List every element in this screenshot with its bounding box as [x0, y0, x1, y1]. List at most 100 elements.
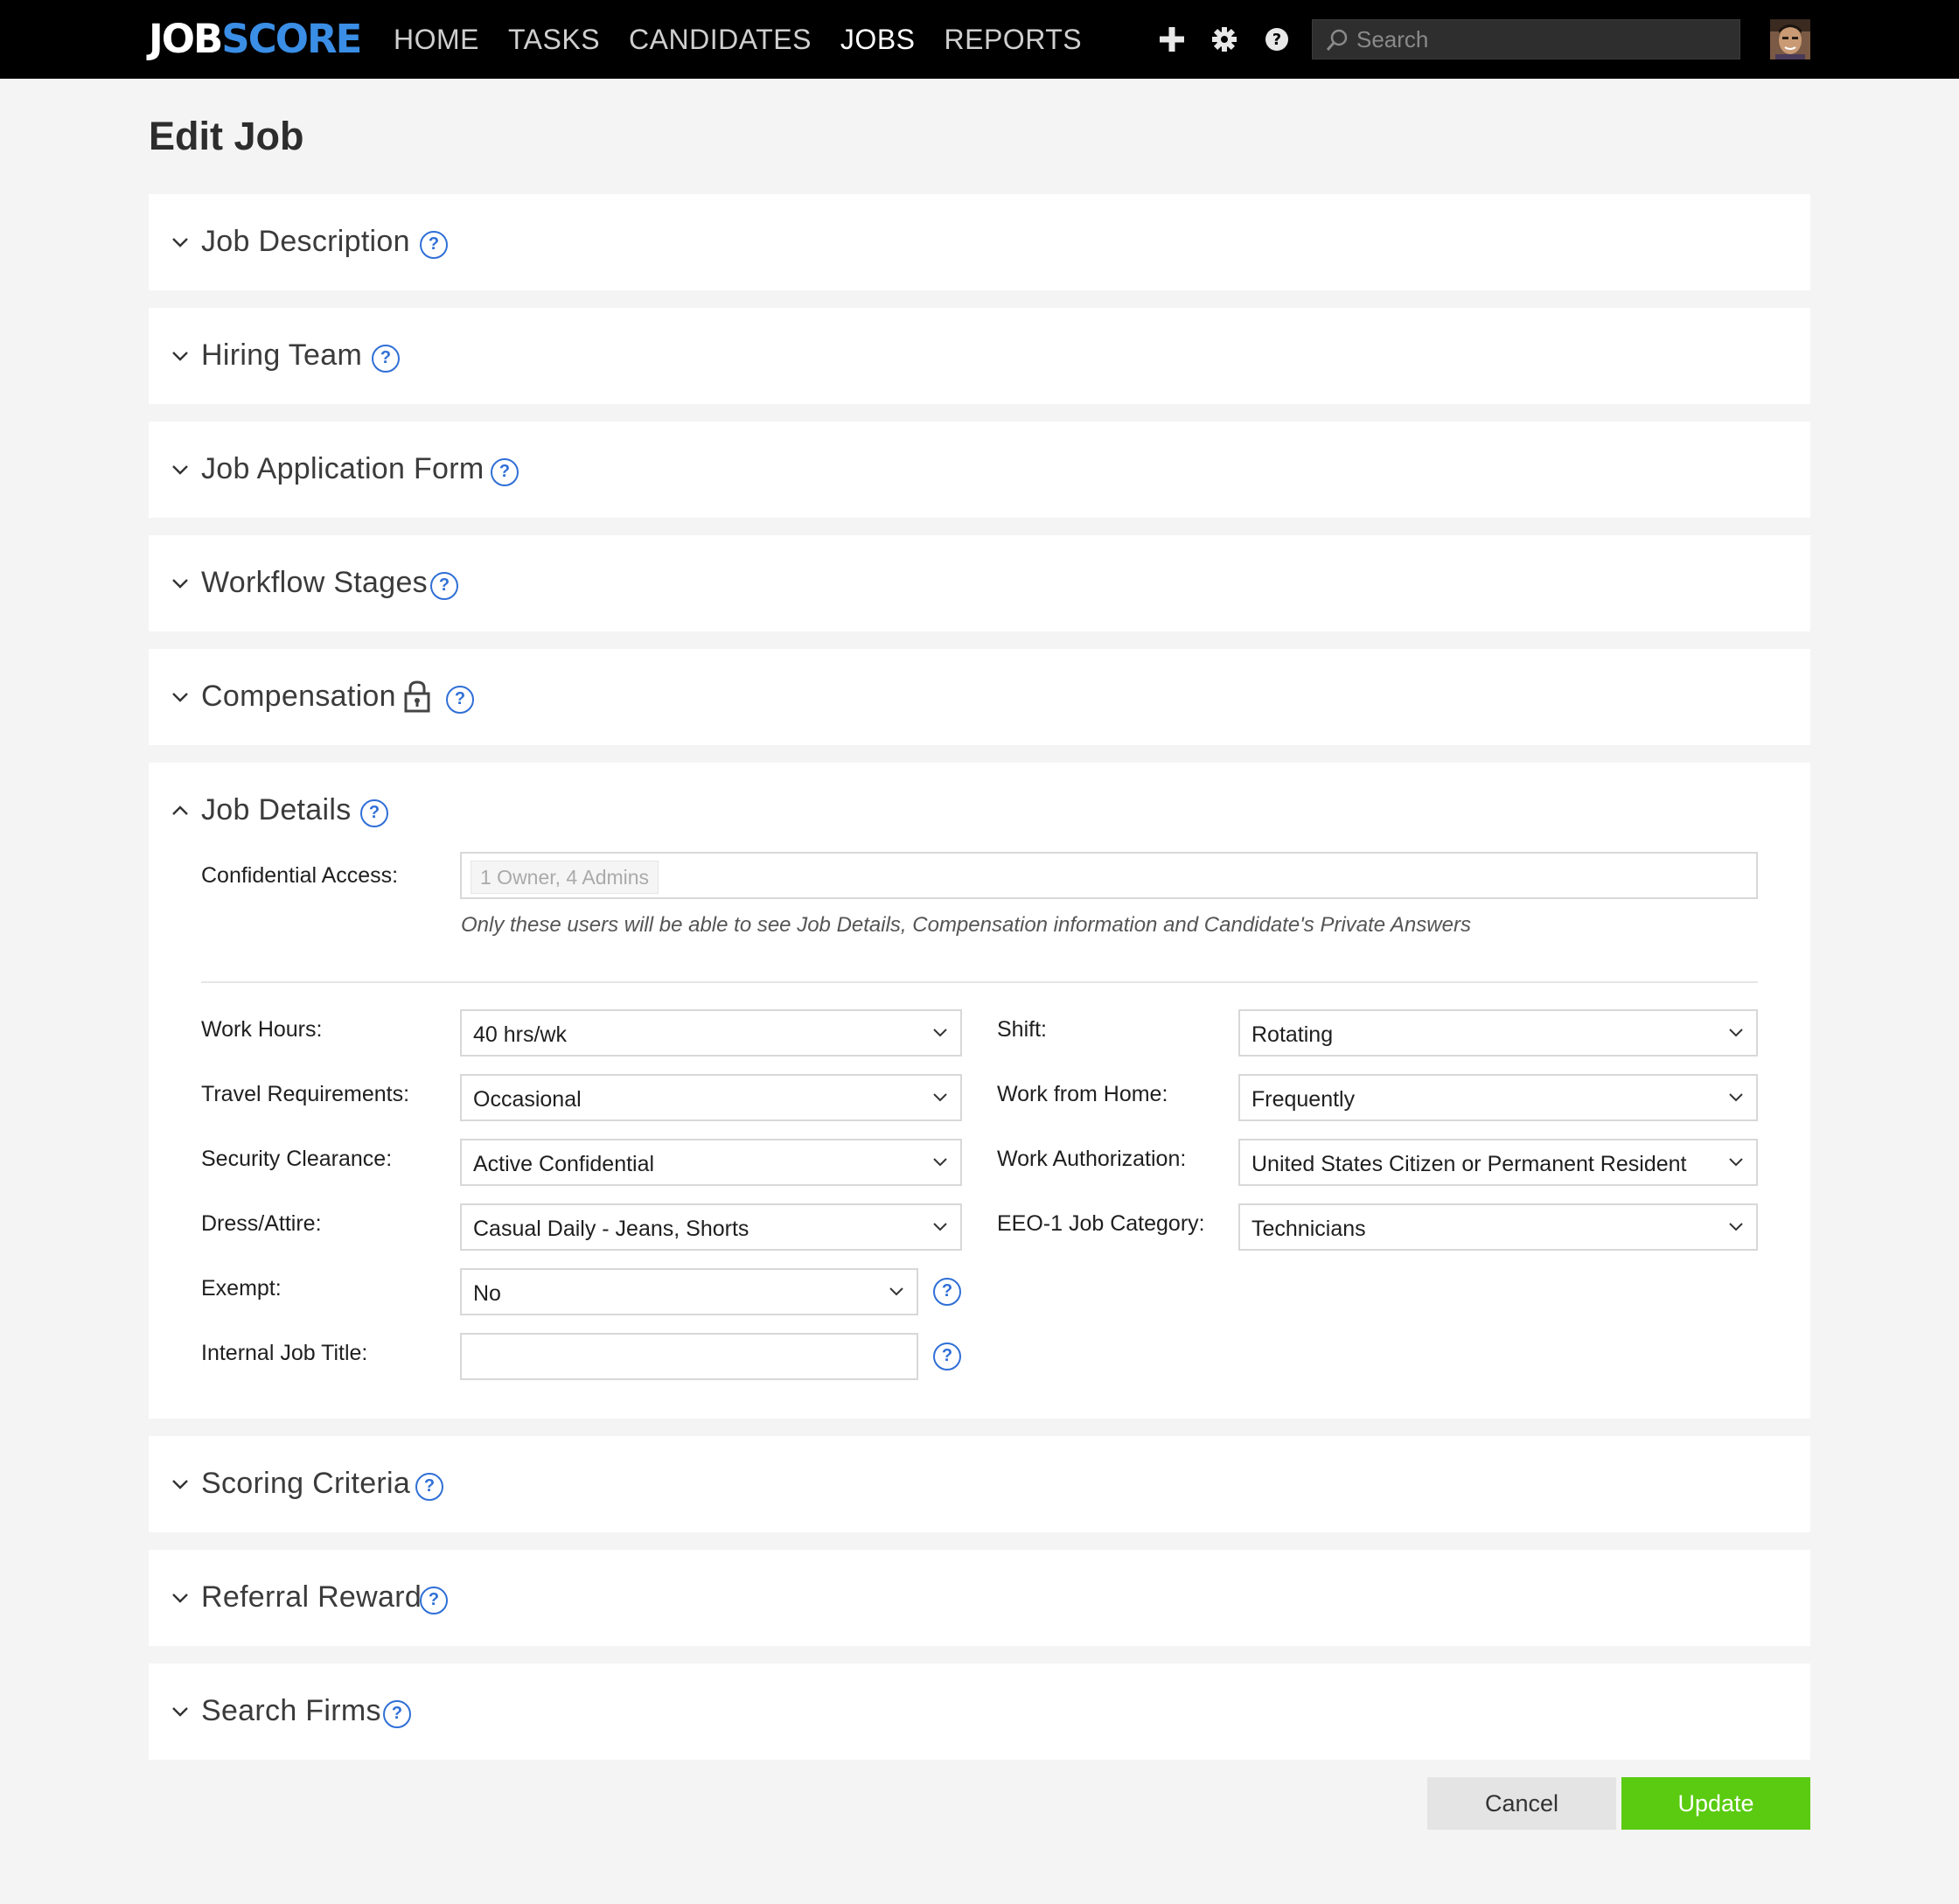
internal-job-title-help-icon[interactable]: ? — [933, 1343, 961, 1370]
page-title: Edit Job — [149, 114, 304, 158]
chevron-down-icon — [933, 1223, 947, 1231]
cancel-button[interactable]: Cancel — [1427, 1777, 1616, 1830]
section-hiring-team: Hiring Team ? — [149, 308, 1810, 404]
nav-candidates[interactable]: CANDIDATES — [629, 19, 812, 59]
help-icon[interactable]: ? — [446, 686, 474, 714]
chevron-down-icon — [172, 352, 188, 361]
internal-job-title-input[interactable] — [460, 1333, 918, 1380]
help-icon[interactable]: ? — [430, 572, 458, 600]
help-icon[interactable]: ? — [372, 345, 400, 373]
section-job-details: Job Details ? Confidential Access: 1 Own… — [149, 763, 1810, 1419]
help-icon[interactable]: ? — [383, 1700, 411, 1728]
section-title: Referral Reward — [201, 1580, 422, 1614]
internal-job-title-label: Internal Job Title: — [201, 1341, 368, 1365]
section-header[interactable]: Job Description ? — [149, 194, 1810, 290]
shift-select[interactable]: Rotating — [1238, 1009, 1758, 1057]
chevron-down-icon — [933, 1029, 947, 1037]
section-title: Hiring Team — [201, 338, 363, 372]
chevron-up-icon — [172, 806, 188, 815]
svg-text:?: ? — [1272, 31, 1281, 49]
section-scoring-criteria: Scoring Criteria ? — [149, 1436, 1810, 1532]
divider — [201, 981, 1758, 983]
section-title: Scoring Criteria — [201, 1467, 411, 1500]
main-nav: HOME TASKS CANDIDATES JOBS REPORTS — [394, 19, 1111, 59]
help-icon[interactable]: ? — [420, 1587, 448, 1615]
plus-icon[interactable] — [1154, 21, 1190, 58]
section-header[interactable]: Referral Reward ? — [149, 1550, 1810, 1646]
chevron-down-icon — [933, 1093, 947, 1102]
work-hours-label: Work Hours: — [201, 1017, 323, 1042]
eeo-job-category-select[interactable]: Technicians — [1238, 1203, 1758, 1251]
chevron-down-icon — [1729, 1029, 1743, 1037]
work-from-home-select[interactable]: Frequently — [1238, 1074, 1758, 1121]
confidential-access-label: Confidential Access: — [201, 863, 399, 888]
chevron-down-icon — [172, 1707, 188, 1717]
section-title: Search Firms — [201, 1694, 381, 1727]
section-workflow-stages: Workflow Stages ? — [149, 535, 1810, 631]
section-title: Job Application Form — [201, 452, 485, 485]
travel-requirements-select[interactable]: Occasional — [460, 1074, 962, 1121]
confidential-access-hint: Only these users will be able to see Job… — [461, 913, 1471, 937]
section-header[interactable]: Job Application Form ? — [149, 422, 1810, 518]
section-job-application-form: Job Application Form ? — [149, 422, 1810, 518]
section-header[interactable]: Scoring Criteria ? — [149, 1436, 1810, 1532]
section-header[interactable]: Compensation ? — [149, 649, 1810, 745]
section-title: Workflow Stages — [201, 566, 428, 599]
help-icon[interactable]: ? — [420, 231, 448, 259]
chevron-down-icon — [1729, 1093, 1743, 1102]
chevron-down-icon — [933, 1158, 947, 1167]
search-icon — [1325, 28, 1349, 57]
nav-tasks[interactable]: TASKS — [508, 19, 600, 59]
section-job-description: Job Description ? — [149, 194, 1810, 290]
help-icon[interactable]: ? — [1258, 21, 1295, 58]
section-referral-reward: Referral Reward ? — [149, 1550, 1810, 1646]
chevron-down-icon — [172, 1594, 188, 1603]
help-icon[interactable]: ? — [491, 458, 519, 486]
chevron-down-icon — [172, 1480, 188, 1489]
work-from-home-label: Work from Home: — [997, 1082, 1168, 1106]
section-header[interactable]: Hiring Team ? — [149, 308, 1810, 404]
work-hours-select[interactable]: 40 hrs/wk — [460, 1009, 962, 1057]
search-input[interactable] — [1356, 20, 1732, 59]
eeo-job-category-label: EEO-1 Job Category: — [997, 1211, 1205, 1236]
chevron-down-icon — [172, 238, 188, 248]
exempt-select[interactable]: No — [460, 1268, 918, 1315]
section-compensation: Compensation ? — [149, 649, 1810, 745]
update-button[interactable]: Update — [1621, 1777, 1810, 1830]
chevron-down-icon — [889, 1287, 903, 1296]
nav-jobs[interactable]: JOBS — [840, 19, 916, 59]
lock-icon — [404, 680, 430, 713]
section-header[interactable]: Workflow Stages ? — [149, 535, 1810, 631]
chevron-down-icon — [1729, 1223, 1743, 1231]
jobscore-logo[interactable]: JOBSCORE — [149, 15, 362, 64]
work-authorization-select[interactable]: United States Citizen or Permanent Resid… — [1238, 1139, 1758, 1186]
confidential-access-tag: 1 Owner, 4 Admins — [471, 861, 659, 894]
nav-reports[interactable]: REPORTS — [945, 19, 1083, 59]
section-title: Job Details — [201, 793, 352, 826]
chevron-down-icon — [172, 465, 188, 475]
section-header[interactable]: Search Firms ? — [149, 1663, 1810, 1760]
dress-attire-select[interactable]: Casual Daily - Jeans, Shorts — [460, 1203, 962, 1251]
travel-requirements-label: Travel Requirements: — [201, 1082, 410, 1106]
exempt-help-icon[interactable]: ? — [933, 1278, 961, 1306]
help-icon[interactable]: ? — [360, 799, 388, 827]
security-clearance-select[interactable]: Active Confidential — [460, 1139, 962, 1186]
chevron-down-icon — [172, 693, 188, 702]
security-clearance-label: Security Clearance: — [201, 1147, 393, 1171]
nav-home[interactable]: HOME — [394, 19, 479, 59]
top-navigation-bar: JOBSCORE HOME TASKS CANDIDATES JOBS REPO… — [0, 0, 1959, 79]
user-avatar[interactable] — [1770, 19, 1810, 59]
confidential-access-field[interactable]: 1 Owner, 4 Admins — [460, 852, 1758, 899]
chevron-down-icon — [172, 579, 188, 589]
gear-icon[interactable] — [1206, 21, 1243, 58]
help-icon[interactable]: ? — [415, 1473, 443, 1501]
shift-label: Shift: — [997, 1017, 1047, 1042]
section-search-firms: Search Firms ? — [149, 1663, 1810, 1760]
section-title: Job Description — [201, 225, 410, 258]
chevron-down-icon — [1729, 1158, 1743, 1167]
exempt-label: Exempt: — [201, 1276, 282, 1301]
dress-attire-label: Dress/Attire: — [201, 1211, 322, 1236]
section-header[interactable]: Job Details ? — [149, 763, 1810, 859]
work-authorization-label: Work Authorization: — [997, 1147, 1187, 1171]
search-box[interactable] — [1312, 19, 1740, 59]
